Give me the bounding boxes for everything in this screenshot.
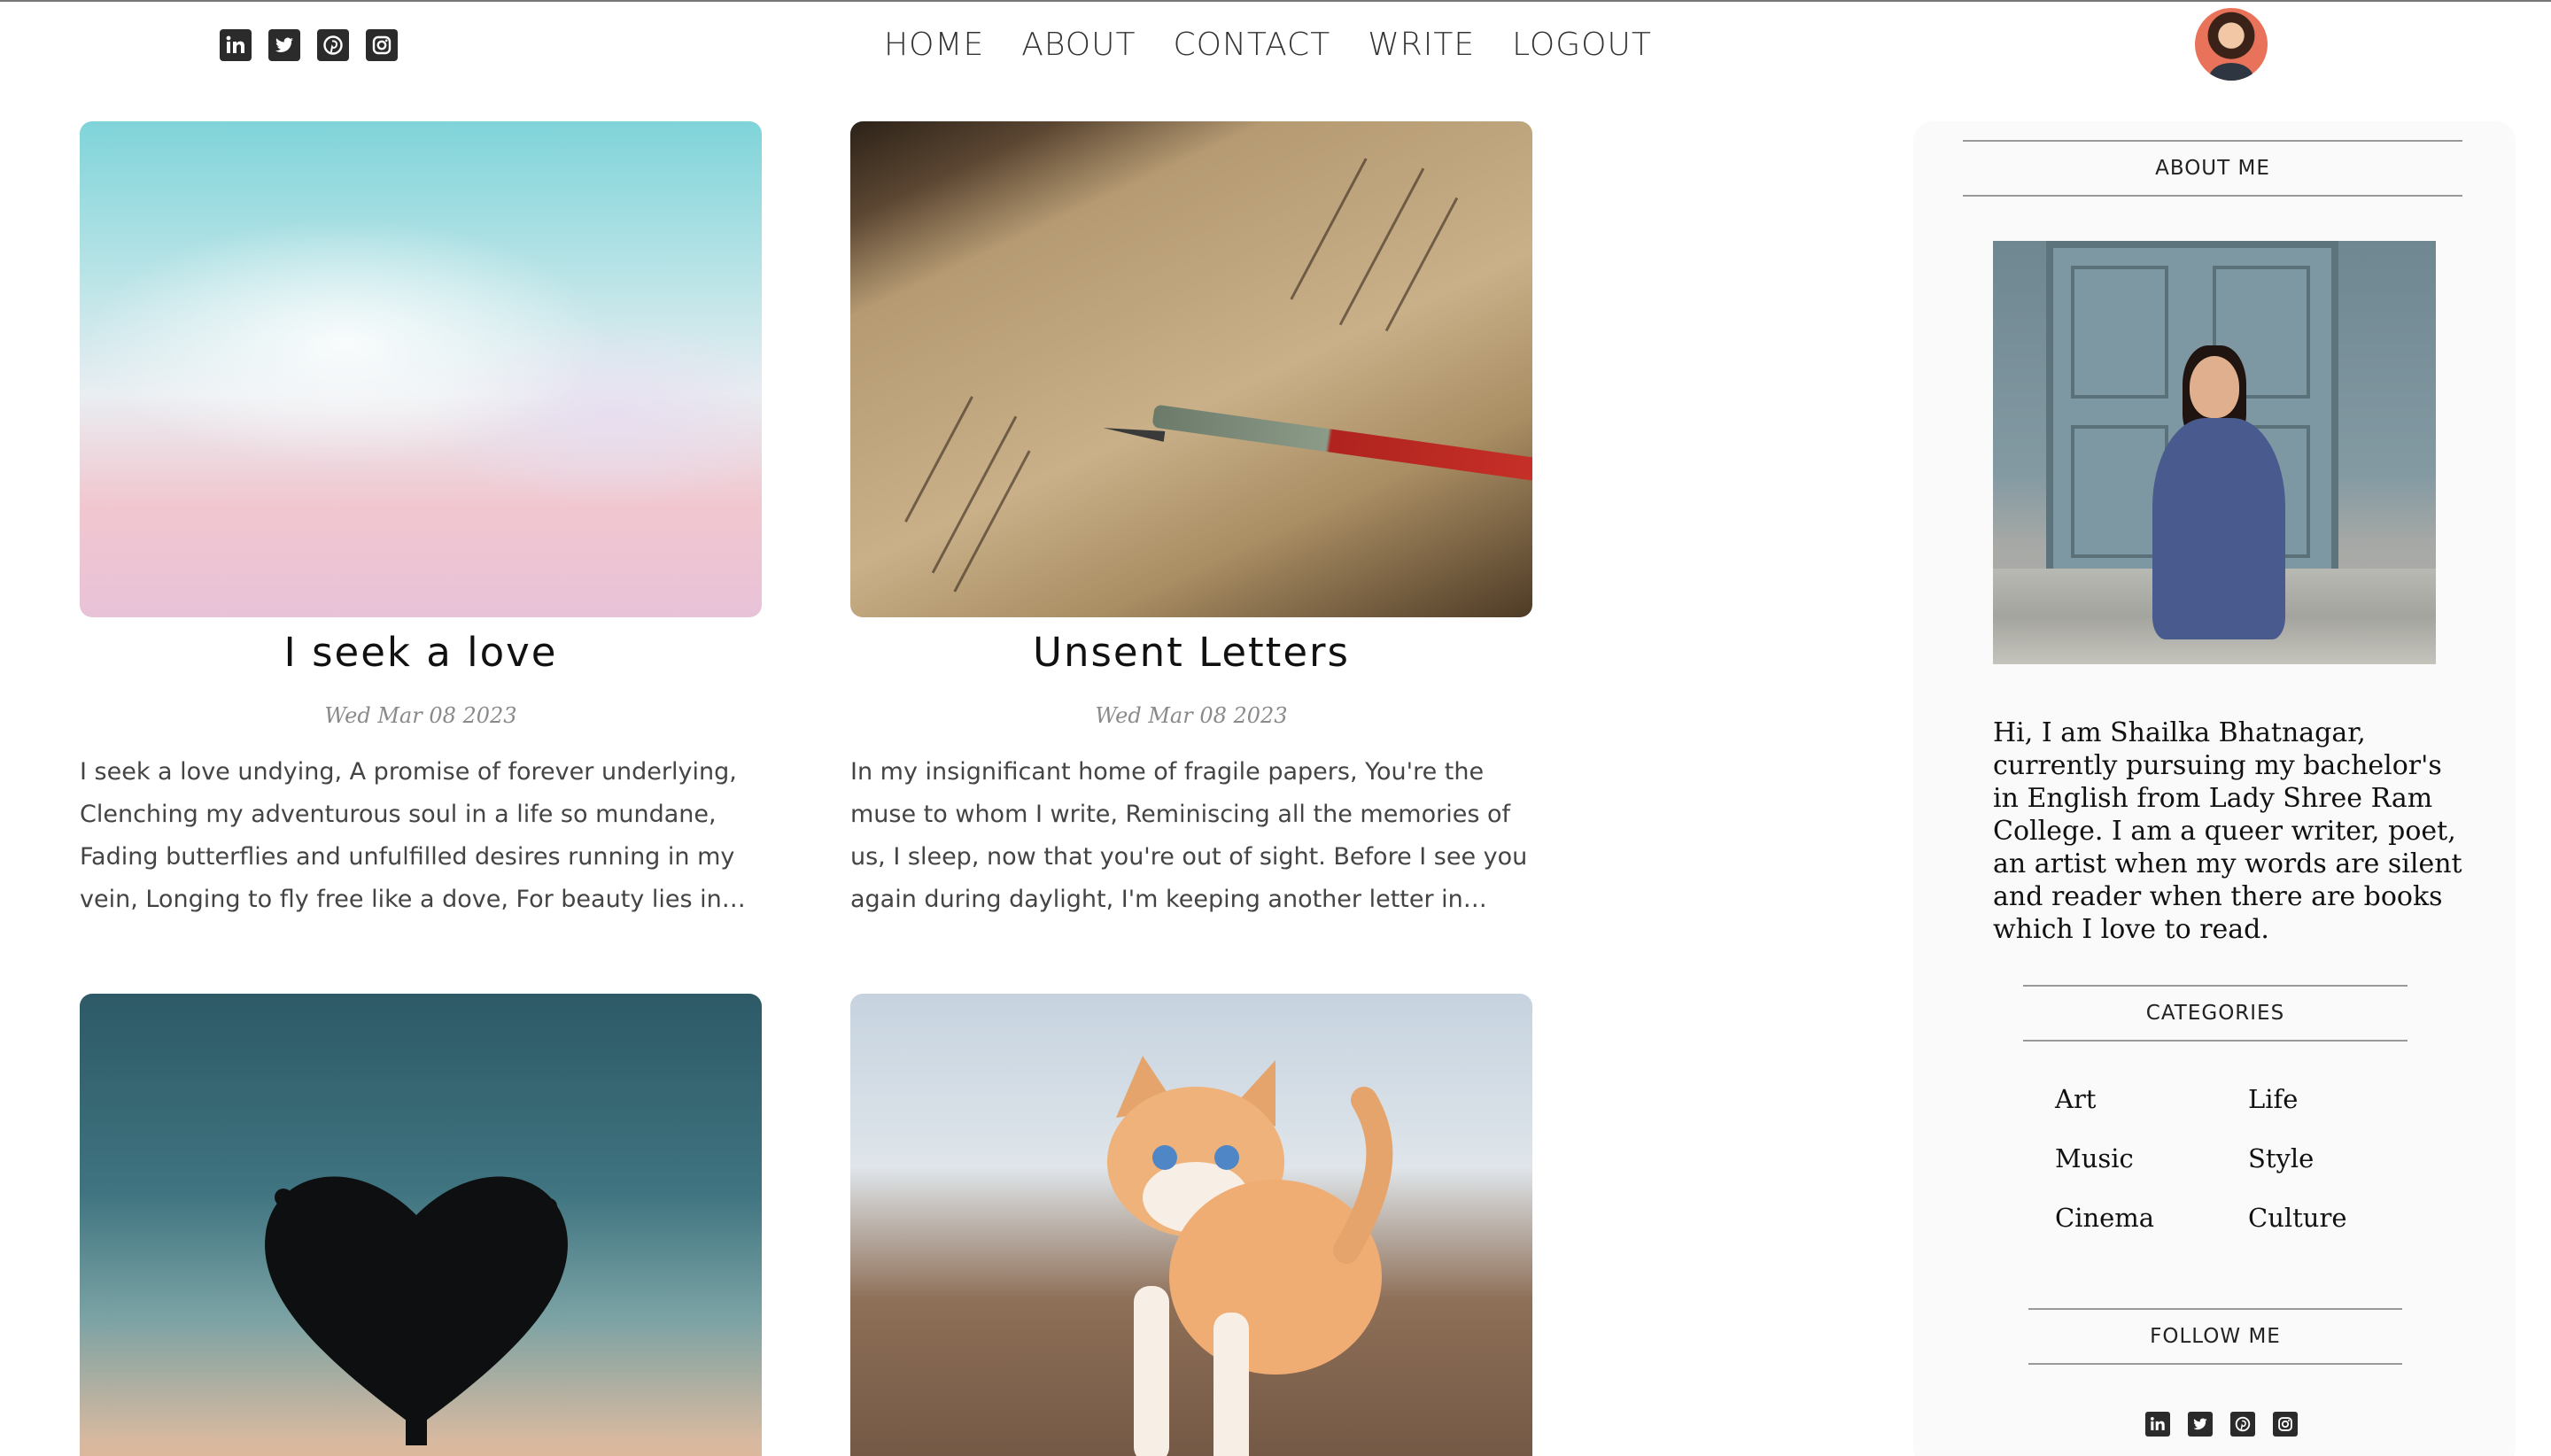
nav-about[interactable]: ABOUT: [1021, 23, 1136, 67]
post-image-letter[interactable]: [850, 121, 1532, 617]
nav-write[interactable]: WRITE: [1368, 23, 1475, 67]
about-me-heading: ABOUT ME: [1963, 140, 2462, 197]
avatar-shoulders: [2209, 63, 2253, 81]
categories-list: Art Life Music Style Cinema Culture: [2055, 1083, 2347, 1235]
pen: [1151, 404, 1532, 482]
post-card[interactable]: I seek a love Wed Mar 08 2023 I seek a l…: [80, 121, 762, 921]
twitter-icon[interactable]: [2188, 1412, 2213, 1437]
post-description: I seek a love undying, A promise of fore…: [80, 758, 746, 913]
about-photo: [1993, 241, 2436, 664]
letter-handwriting: [953, 450, 1031, 592]
post-image-heart-tree[interactable]: [80, 994, 762, 1456]
letter-handwriting: [1290, 158, 1368, 300]
instagram-icon[interactable]: [366, 29, 398, 61]
photo-person-dress: [2152, 418, 2285, 639]
about-text: Hi, I am Shailka Bhatnagar, currently pu…: [1993, 717, 2462, 945]
photo-person-head: [2190, 356, 2239, 418]
letter-handwriting: [1338, 167, 1425, 326]
post-description: In my insignificant home of fragile pape…: [850, 758, 1528, 913]
category-culture[interactable]: Culture: [2248, 1202, 2347, 1235]
post-title[interactable]: Unsent Letters: [850, 626, 1532, 679]
pinterest-icon[interactable]: [317, 29, 349, 61]
post-date: Wed Mar 08 2023: [324, 703, 517, 728]
category-music[interactable]: Music: [2055, 1142, 2248, 1175]
twitter-icon[interactable]: [268, 29, 300, 61]
linkedin-icon[interactable]: [220, 29, 252, 61]
post-image-clouds[interactable]: [80, 121, 762, 617]
category-style[interactable]: Style: [2248, 1142, 2347, 1175]
pinterest-icon[interactable]: [2230, 1412, 2255, 1437]
post-card[interactable]: Unsent Letters Wed Mar 08 2023 In my ins…: [850, 121, 1532, 921]
post-date: Wed Mar 08 2023: [1095, 703, 1288, 728]
social-links-top: [220, 29, 398, 61]
nav-home[interactable]: HOME: [884, 23, 984, 67]
post-card[interactable]: [80, 994, 762, 1456]
avatar[interactable]: [2195, 8, 2268, 81]
follow-me-heading: FOLLOW ME: [2028, 1308, 2402, 1365]
post-image-kitten[interactable]: [850, 994, 1532, 1456]
letter-handwriting: [904, 396, 973, 523]
post-card[interactable]: [850, 994, 1532, 1456]
sidebar: ABOUT ME Hi, I am Shailka Bhatnagar, cur…: [1913, 121, 2516, 1456]
door-panel: [2071, 266, 2168, 399]
post-title[interactable]: I seek a love: [80, 626, 762, 679]
kitten-figure: [1107, 1056, 1393, 1456]
heart-tree-silhouette: [265, 1176, 568, 1445]
category-cinema[interactable]: Cinema: [2055, 1202, 2248, 1235]
category-art[interactable]: Art: [2055, 1083, 2248, 1116]
main-nav: HOME ABOUT CONTACT WRITE LOGOUT: [884, 23, 1652, 67]
social-links-sidebar: [2145, 1412, 2298, 1437]
category-life[interactable]: Life: [2248, 1083, 2347, 1116]
nav-logout[interactable]: LOGOUT: [1512, 23, 1652, 67]
top-bar: HOME ABOUT CONTACT WRITE LOGOUT: [0, 2, 2551, 87]
categories-heading: CATEGORIES: [2023, 985, 2408, 1042]
nav-contact[interactable]: CONTACT: [1173, 23, 1330, 67]
instagram-icon[interactable]: [2273, 1412, 2298, 1437]
linkedin-icon[interactable]: [2145, 1412, 2170, 1437]
